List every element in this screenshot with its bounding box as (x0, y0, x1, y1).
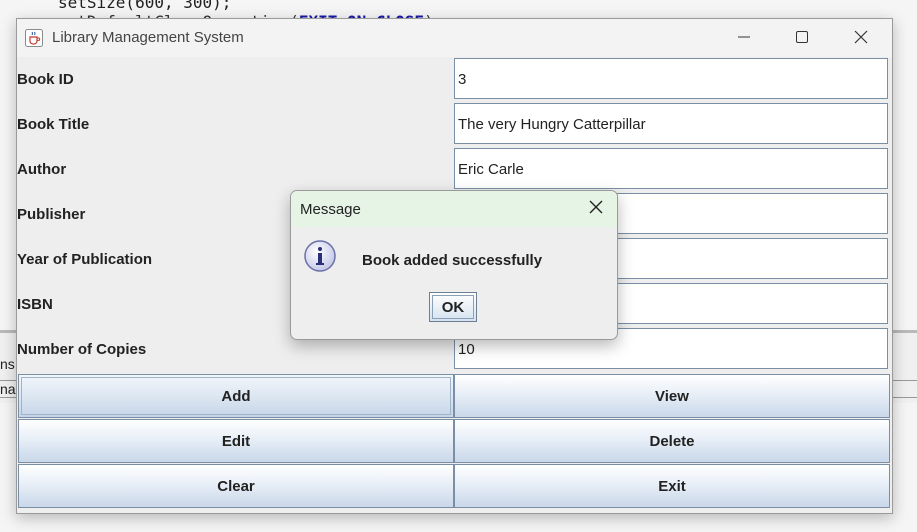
maximize-button[interactable] (773, 19, 831, 57)
exit-button-label: Exit (658, 477, 686, 495)
exit-button[interactable]: Exit (454, 464, 890, 508)
maximize-icon (795, 29, 809, 48)
focus-ring (432, 295, 474, 319)
code-line: setSize(600, 300); (58, 0, 232, 12)
delete-button-label: Delete (649, 432, 695, 450)
focus-ring (21, 377, 451, 415)
background-text: ns (0, 356, 15, 372)
close-icon (588, 199, 604, 219)
book-id-field[interactable]: 3 (454, 58, 888, 99)
close-icon (854, 29, 868, 48)
clear-button[interactable]: Clear (18, 464, 454, 508)
form-row-book-id: Book ID 3 (17, 57, 892, 102)
field-label: Number of Copies (17, 341, 147, 358)
delete-button[interactable]: Delete (454, 419, 890, 463)
field-label: Book ID (17, 71, 74, 88)
close-button[interactable] (832, 19, 890, 57)
dialog-title-bar[interactable]: Message (291, 191, 617, 227)
form-row-book-title: Book Title The very Hungry Catterpillar (17, 102, 892, 147)
field-label: ISBN (17, 296, 53, 313)
view-button-label: View (655, 387, 689, 405)
book-title-field[interactable]: The very Hungry Catterpillar (454, 103, 888, 144)
form-row-author: Author Eric Carle (17, 147, 892, 192)
field-label: Book Title (17, 116, 90, 133)
window-title: Library Management System (52, 29, 244, 46)
dialog-title: Message (300, 201, 361, 218)
message-dialog: Message Book added successfully OK (290, 190, 618, 340)
info-icon (303, 239, 337, 273)
view-button[interactable]: View (454, 374, 890, 418)
add-button[interactable]: Add (18, 374, 454, 418)
edit-button[interactable]: Edit (18, 419, 454, 463)
field-label: Publisher (17, 206, 86, 223)
minimize-button[interactable] (715, 19, 773, 57)
title-bar[interactable]: Library Management System (17, 19, 892, 57)
field-label: Year of Publication (17, 251, 153, 268)
minimize-icon (737, 29, 751, 48)
edit-button-label: Edit (221, 432, 251, 450)
ok-button[interactable]: OK (429, 292, 477, 322)
field-label: Author (17, 161, 67, 178)
java-cup-icon (25, 29, 43, 47)
clear-button-label: Clear (217, 477, 255, 495)
dialog-close-button[interactable] (581, 195, 611, 223)
dialog-message: Book added successfully (362, 252, 543, 269)
author-field[interactable]: Eric Carle (454, 148, 888, 189)
